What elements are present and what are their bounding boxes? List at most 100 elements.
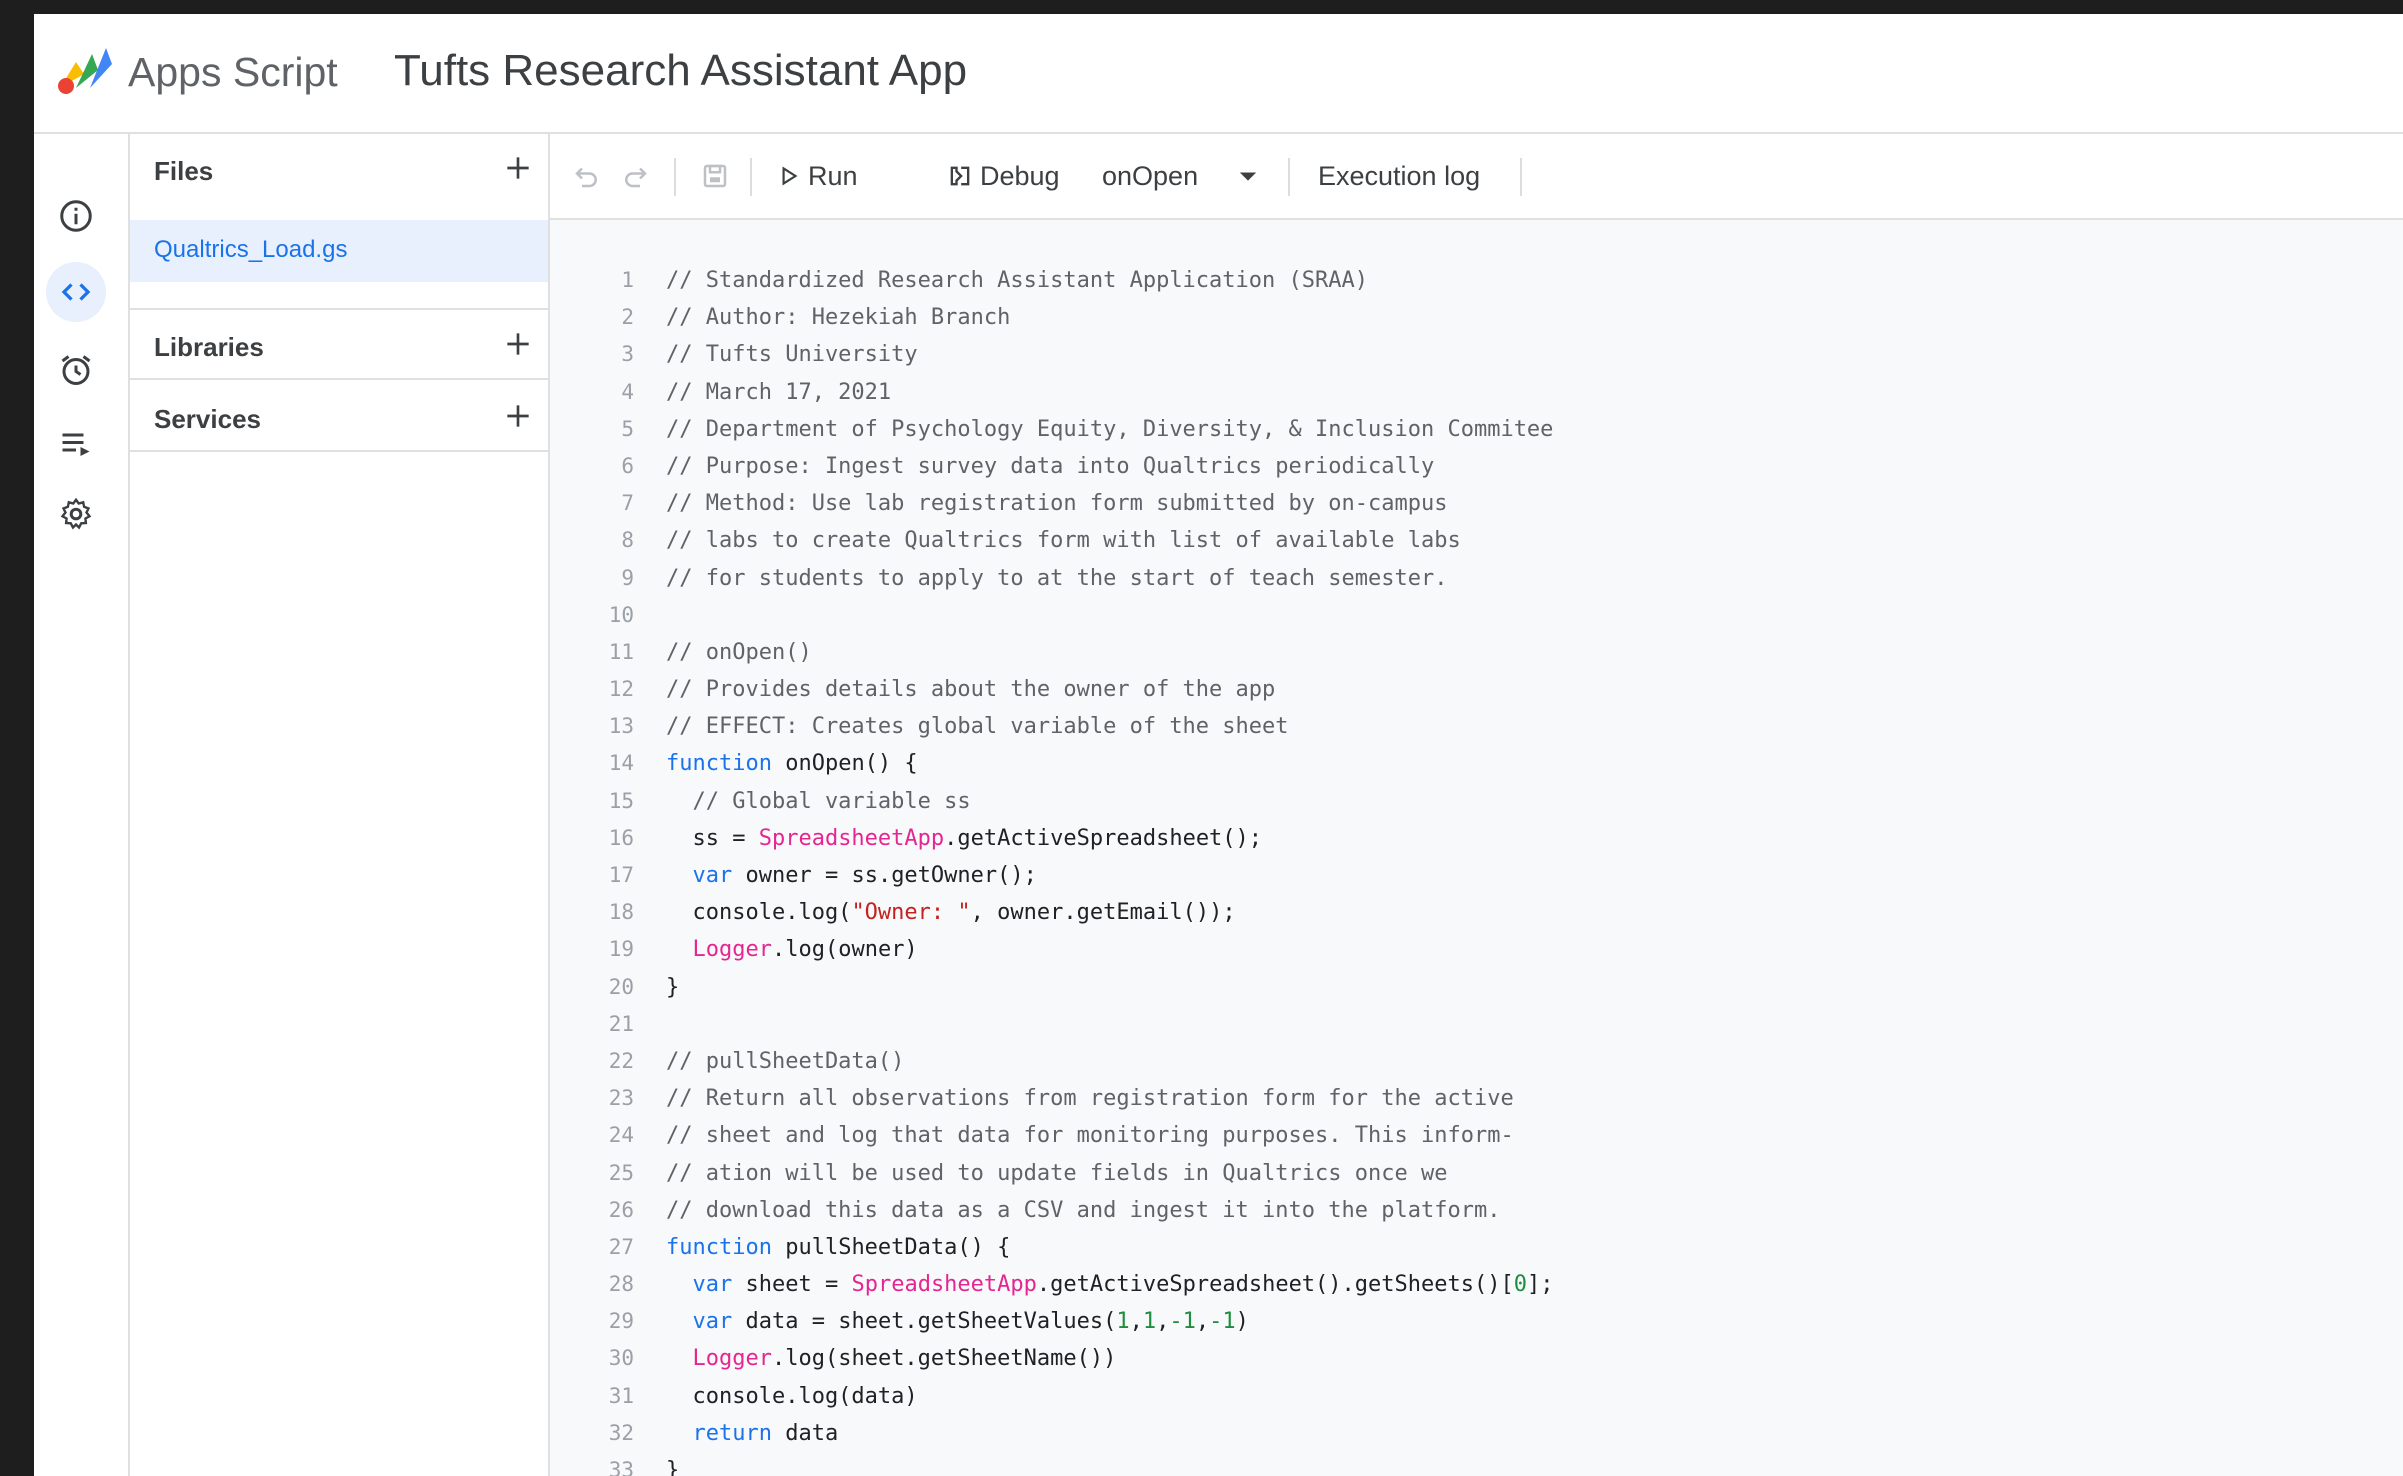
function-selector-value: onOpen [1102, 161, 1199, 191]
execution-log-button[interactable]: Execution log [1318, 152, 1480, 200]
run-button[interactable]: Run [776, 152, 858, 200]
info-icon [60, 200, 92, 232]
line-number: 1 [621, 268, 634, 292]
code-editor[interactable]: 1 // Standardized Research Assistant Appl… [550, 220, 2403, 1476]
plus-icon [507, 405, 529, 427]
code-token: // Purpose: Ingest survey data into Qual… [666, 453, 1435, 479]
line-text: Logger.log(owner) [666, 931, 918, 968]
executions-button[interactable] [46, 414, 106, 474]
code-line: 11 // onOpen() [550, 634, 2403, 671]
add-file-button[interactable] [498, 148, 538, 188]
line-text: // download this data as a CSV and inges… [666, 1192, 1500, 1229]
code-token: onOpen() { [771, 751, 918, 777]
code-token: SpreadsheetApp [758, 825, 945, 851]
code-token: 1 [1116, 1309, 1130, 1335]
line-number: 20 [608, 974, 634, 999]
line-number: 15 [608, 788, 634, 813]
code-line: 3 // Tufts University [550, 336, 2403, 373]
line-text: Logger.log(sheet.getSheetName()) [666, 1340, 1117, 1377]
file-item[interactable]: Qualtrics_Load.gs [130, 220, 548, 282]
redo-button[interactable] [620, 152, 650, 200]
code-line: 29 var data = sheet.getSheetValues(1,1,-… [550, 1303, 2403, 1340]
code-token: // Method: Use lab registration form sub… [666, 491, 1448, 517]
code-token: -1 [1169, 1309, 1196, 1335]
files-label: Files [154, 156, 214, 186]
line-number: 27 [608, 1234, 634, 1259]
line-number: 16 [608, 825, 634, 850]
code-token: // pullSheetData() [666, 1048, 905, 1074]
line-number: 2 [621, 305, 634, 330]
code-token: , [1156, 1309, 1170, 1335]
code-line: 18 console.log("Owner: ", owner.getEmail… [550, 894, 2403, 931]
code-line: 17 var owner = ss.getOwner(); [550, 857, 2403, 894]
code-token: ]; [1526, 1272, 1554, 1298]
save-button[interactable] [700, 152, 730, 200]
line-text: // Standardized Research Assistant Appli… [666, 262, 1368, 299]
code-token: , owner.getEmail()); [970, 900, 1236, 926]
code-line: 32 return data [550, 1415, 2403, 1452]
settings-button[interactable] [46, 484, 106, 544]
libraries-label: Libraries [154, 332, 264, 362]
code-token: } [666, 1458, 680, 1476]
line-number: 18 [608, 900, 634, 925]
product-name: Apps Script [128, 49, 338, 95]
code-token: ss = [666, 825, 759, 851]
debug-button[interactable]: Debug [946, 152, 1060, 200]
code-token: ) [1235, 1309, 1249, 1335]
code-line: 12 // Provides details about the owner of… [550, 671, 2403, 708]
code-token: // Tufts University [666, 342, 918, 368]
line-text: // EFFECT: Creates global variable of th… [666, 708, 1289, 745]
services-label: Services [154, 404, 261, 434]
line-number: 28 [608, 1272, 634, 1297]
line-number: 26 [608, 1197, 634, 1222]
code-token: // Author: Hezekiah Branch [666, 305, 1011, 331]
code-line: 6 // Purpose: Ingest survey data into Qua… [550, 448, 2403, 485]
line-text: // for students to apply to at the start… [666, 560, 1447, 597]
code-line: 16 ss = SpreadsheetApp.getActiveSpreadsh… [550, 820, 2403, 857]
add-library-button[interactable] [498, 324, 538, 364]
undo-button[interactable] [572, 152, 602, 200]
apps-script-logo[interactable] [54, 44, 116, 96]
code-line: 1 // Standardized Research Assistant Appl… [550, 262, 2403, 299]
line-number: 29 [608, 1309, 634, 1334]
debug-label: Debug [980, 161, 1060, 191]
line-text: // Method: Use lab registration form sub… [666, 485, 1447, 522]
line-number: 8 [621, 528, 634, 553]
code-token: // Department of Psychology Equity, Dive… [666, 416, 1554, 442]
line-text: // ation will be used to update fields i… [666, 1155, 1447, 1192]
code-line: 33} [550, 1452, 2403, 1476]
code-line: 13 // EFFECT: Creates global variable of … [550, 708, 2403, 745]
code-line: 21 [550, 1006, 2403, 1043]
code-token: "Owner: " [851, 900, 971, 926]
code-line: 31 console.log(data) [550, 1378, 2403, 1415]
toolbar-separator [1288, 158, 1290, 196]
files-panel: Files Qualtrics_Load.gs Libraries Servic… [130, 134, 550, 1476]
run-label: Run [808, 161, 858, 191]
line-text: // Provides details about the owner of t… [666, 671, 1275, 708]
project-title[interactable]: Tufts Research Assistant App [394, 46, 967, 96]
code-token: function [666, 751, 772, 777]
code-line: 5 // Department of Psychology Equity, Div… [550, 411, 2403, 448]
line-number: 9 [621, 565, 634, 590]
code-token: var [692, 1272, 733, 1298]
triggers-button[interactable] [46, 340, 106, 400]
code-icon [61, 283, 91, 301]
code-token: sheet = [732, 1272, 852, 1298]
line-text: // Author: Hezekiah Branch [666, 299, 1010, 336]
code-token: , [1129, 1309, 1143, 1335]
function-selector[interactable]: onOpen [1102, 152, 1262, 200]
code-line: 9 // for students to apply to at the star… [550, 560, 2403, 597]
add-service-button[interactable] [498, 396, 538, 436]
undo-icon [575, 167, 597, 188]
code-token: // download this data as a CSV and inges… [666, 1197, 1501, 1223]
overview-button[interactable] [46, 186, 106, 246]
code-token: // Standardized Research Assistant Appli… [666, 268, 1368, 293]
line-number: 17 [608, 863, 634, 887]
executions-icon [62, 433, 90, 456]
line-number: 12 [608, 677, 634, 702]
line-text: } [666, 969, 679, 1006]
editor-button[interactable] [46, 262, 106, 322]
line-number: 19 [608, 937, 634, 962]
